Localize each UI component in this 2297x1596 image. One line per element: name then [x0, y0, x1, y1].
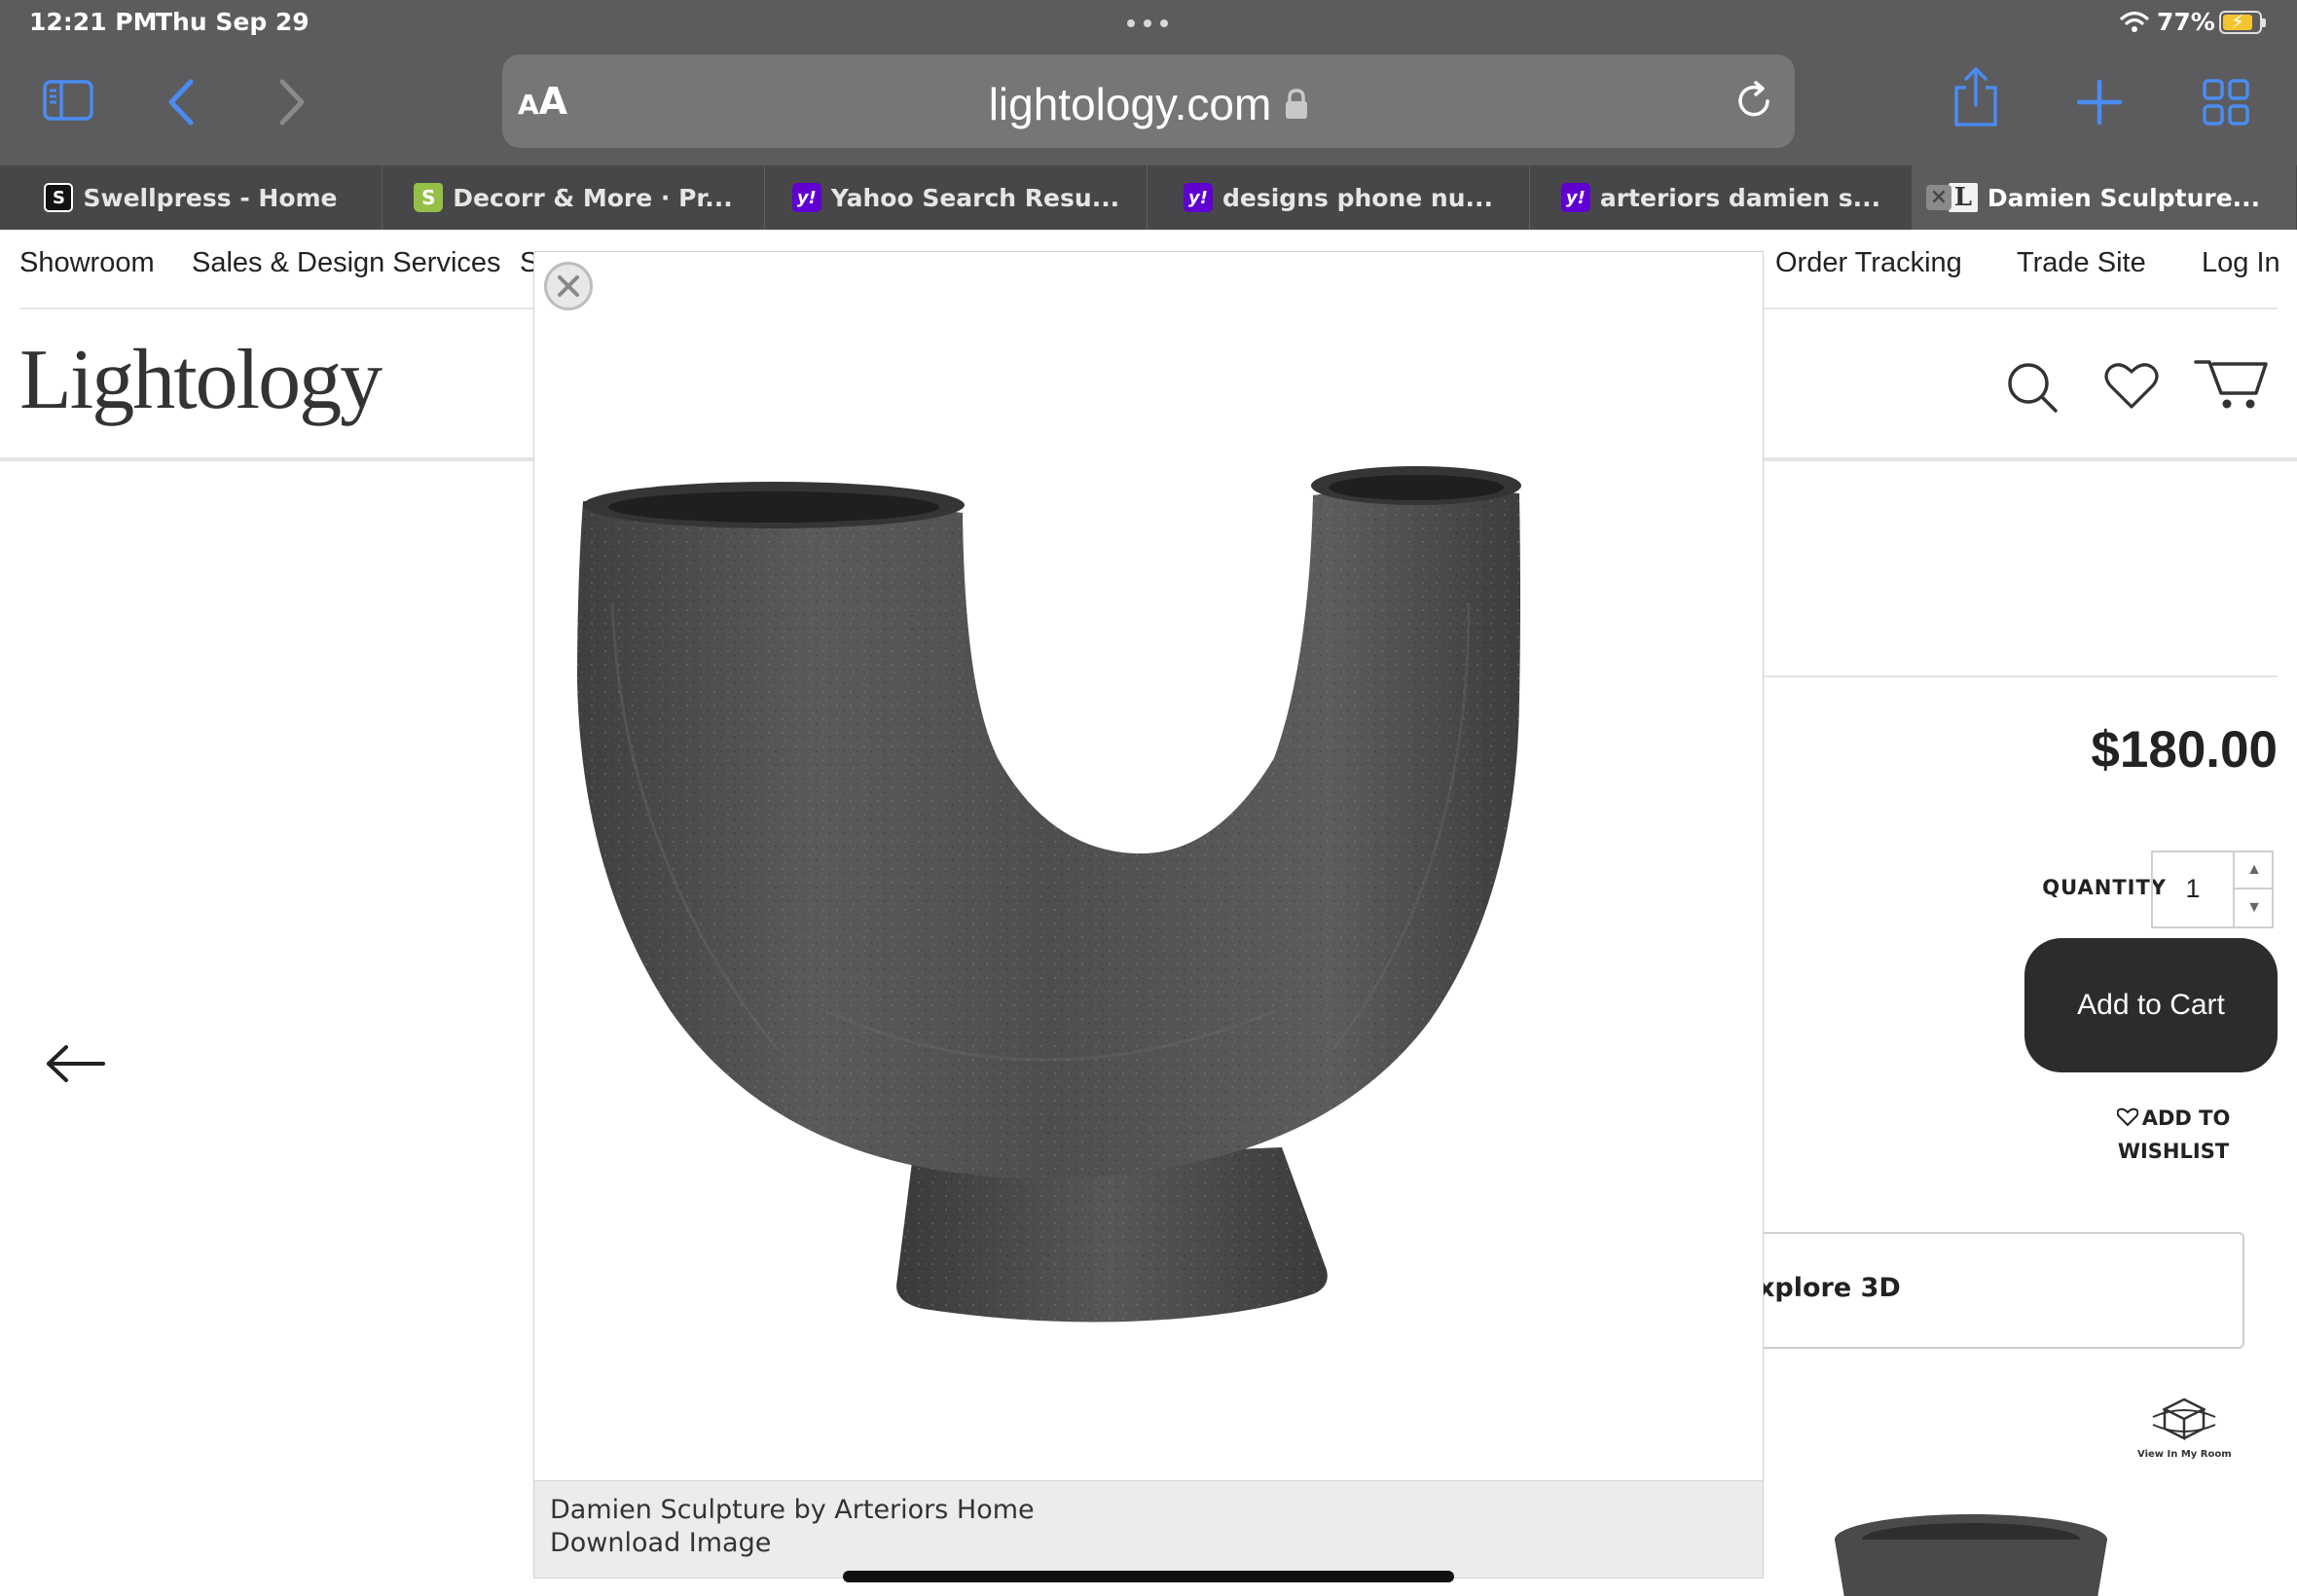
download-image-link[interactable]: Download Image — [550, 1528, 771, 1558]
lightbox-caption: Damien Sculpture by Arteriors Home Downl… — [534, 1480, 1763, 1578]
battery-icon: ⚡ — [2219, 10, 2266, 34]
nav-showroom[interactable]: Showroom — [19, 247, 155, 279]
swellpress-favicon-icon: S — [44, 183, 74, 212]
add-to-wishlist-link[interactable]: ADD TO WISHLIST — [2093, 1102, 2254, 1168]
tab-title: Decorr & More · Pr... — [453, 183, 733, 212]
lightology-logo[interactable]: Lightology — [19, 331, 383, 429]
status-bar: 12:21 PM Thu Sep 29 77% ⚡ — [0, 0, 2297, 47]
tab-title: designs phone nu... — [1222, 183, 1493, 212]
tab-title: Swellpress - Home — [83, 183, 338, 212]
tab-designs-phone[interactable]: y! designs phone nu... — [1148, 165, 1530, 230]
previous-image-arrow-icon[interactable] — [45, 1043, 107, 1084]
quantity-input[interactable]: 1 — [2153, 874, 2233, 904]
cart-icon[interactable] — [2194, 356, 2270, 411]
heart-icon[interactable] — [2104, 360, 2159, 411]
tab-title: Yahoo Search Resu... — [830, 183, 1120, 212]
home-indicator[interactable] — [843, 1571, 1454, 1582]
quantity-stepper[interactable]: 1 ▲ ▼ — [2151, 851, 2274, 928]
url-text[interactable]: lightology.com — [502, 78, 1795, 130]
nav-login[interactable]: Log In — [2202, 247, 2280, 279]
tab-damien-sculpture[interactable]: × L Damien Sculpture... — [1913, 165, 2296, 230]
tab-swellpress[interactable]: S Swellpress - Home — [0, 165, 383, 230]
shopify-favicon-icon: S — [414, 183, 444, 212]
browser-toolbar: AA lightology.com — [0, 47, 2297, 165]
tab-decorr[interactable]: S Decorr & More · Pr... — [383, 165, 765, 230]
wishlist-text-line1: ADD TO — [2141, 1106, 2231, 1130]
decrement-arrow-icon[interactable]: ▼ — [2235, 889, 2274, 926]
close-lightbox-button[interactable] — [544, 262, 593, 310]
heart-outline-icon — [2116, 1107, 2139, 1127]
multitasking-dots-icon[interactable] — [1127, 19, 1168, 27]
wishlist-text-line2: WISHLIST — [2117, 1140, 2230, 1163]
product-price: $180.00 — [2091, 721, 2278, 779]
tab-bar: S Swellpress - Home S Decorr & More · Pr… — [0, 165, 2297, 230]
forward-icon[interactable] — [276, 78, 310, 127]
view-in-room-caption: View In My Room — [2137, 1449, 2232, 1460]
sidebar-icon[interactable] — [43, 80, 93, 121]
status-date: Thu Sep 29 — [156, 8, 310, 36]
lightology-favicon-icon: L — [1948, 183, 1978, 212]
reload-icon[interactable] — [1732, 80, 1775, 123]
wifi-icon — [2120, 11, 2149, 32]
image-caption-title: Damien Sculpture by Arteriors Home — [550, 1495, 1035, 1525]
yahoo-favicon-icon: y! — [1184, 183, 1213, 212]
tab-arteriors-damien[interactable]: y! arteriors damien s... — [1530, 165, 1913, 230]
view-in-my-room-button[interactable]: View In My Room — [2137, 1396, 2232, 1460]
tab-overview-icon[interactable] — [2202, 78, 2250, 127]
tab-title: arteriors damien s... — [1599, 183, 1881, 212]
product-divider — [1752, 675, 2278, 677]
tab-title: Damien Sculpture... — [1987, 183, 2261, 212]
address-bar[interactable]: AA lightology.com — [502, 54, 1795, 148]
new-tab-icon[interactable] — [2077, 80, 2122, 125]
close-icon — [558, 275, 579, 297]
product-thumbnail[interactable] — [1830, 1510, 2112, 1596]
nav-sales-design[interactable]: Sales & Design Services — [192, 247, 501, 279]
lock-icon — [1286, 89, 1308, 119]
quantity-label: QUANTITY — [2042, 876, 2167, 899]
product-image — [534, 252, 1763, 1480]
tab-close-icon[interactable]: × — [1926, 185, 1951, 210]
status-time: 12:21 PM — [29, 8, 158, 36]
battery-percent: 77% — [2157, 8, 2215, 36]
explore-3d-label: xplore 3D — [1758, 1273, 1901, 1303]
nav-order-tracking[interactable]: Order Tracking — [1775, 247, 1962, 279]
back-icon[interactable] — [164, 78, 197, 127]
search-icon[interactable] — [2005, 360, 2060, 415]
tab-yahoo-search[interactable]: y! Yahoo Search Resu... — [765, 165, 1148, 230]
cube-ar-icon — [2152, 1397, 2216, 1441]
damien-sculpture-image — [577, 466, 1521, 1323]
increment-arrow-icon[interactable]: ▲ — [2235, 852, 2274, 889]
quantity-spinner: ▲ ▼ — [2233, 852, 2274, 926]
explore-3d-button[interactable]: xplore 3D — [1713, 1232, 2244, 1349]
yahoo-favicon-icon: y! — [1560, 183, 1590, 212]
image-lightbox: Damien Sculpture by Arteriors Home Downl… — [533, 251, 1764, 1578]
yahoo-favicon-icon: y! — [791, 183, 821, 212]
add-to-cart-button[interactable]: Add to Cart — [2024, 938, 2278, 1072]
share-icon[interactable] — [1951, 66, 2001, 128]
nav-trade-site[interactable]: Trade Site — [2017, 247, 2146, 279]
ipad-screen: 12:21 PM Thu Sep 29 77% ⚡ AA lightology.… — [0, 0, 2297, 1596]
